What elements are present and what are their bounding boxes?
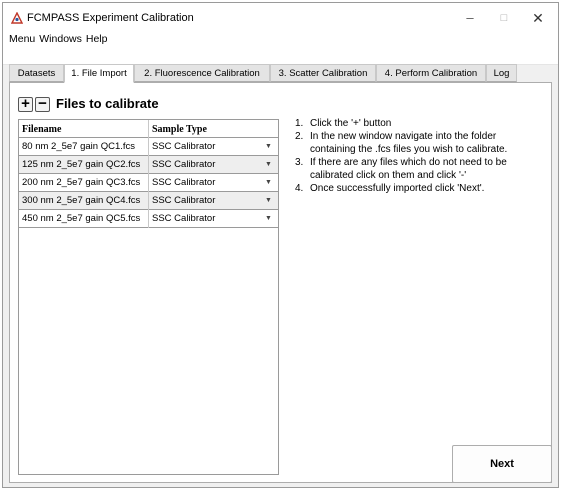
table-row[interactable]: 125 nm 2_5e7 gain QC2.fcs SSC Calibrator… [19,156,278,174]
instruction-text: If there are any files which do not need… [310,157,507,181]
tab-file-import[interactable]: 1. File Import [64,64,134,83]
sample-type-select[interactable]: SSC Calibrator [152,195,215,206]
tab-datasets[interactable]: Datasets [9,64,64,82]
filename-cell: 450 nm 2_5e7 gain QC5.fcs [22,213,141,224]
app-window: FCMPASS Experiment Calibration – □ ✕ Men… [2,2,559,488]
files-table: Filename Sample Type 80 nm 2_5e7 gain QC… [18,119,279,475]
table-row[interactable]: 80 nm 2_5e7 gain QC1.fcs SSC Calibrator … [19,138,278,156]
table-header: Filename Sample Type [19,120,278,138]
remove-files-button[interactable]: − [35,96,50,112]
tab-perform-calibration[interactable]: 4. Perform Calibration [376,64,486,82]
instruction-item: 3. If there are any files which do not n… [295,156,535,182]
column-header-sample-type[interactable]: Sample Type [152,124,207,135]
dropdown-arrow-icon[interactable]: ▼ [265,161,272,168]
title-bar: FCMPASS Experiment Calibration – □ ✕ [3,3,558,33]
column-divider [148,120,149,138]
dropdown-arrow-icon[interactable]: ▼ [265,197,272,204]
filename-cell: 125 nm 2_5e7 gain QC2.fcs [22,159,141,170]
tab-log[interactable]: Log [486,64,517,82]
close-button[interactable]: ✕ [523,8,553,28]
table-row[interactable]: 450 nm 2_5e7 gain QC5.fcs SSC Calibrator… [19,210,278,228]
tab-strip: Datasets 1. File Import 2. Fluorescence … [9,64,552,83]
instruction-item: 4. Once successfully imported click 'Nex… [295,182,535,195]
dropdown-arrow-icon[interactable]: ▼ [265,215,272,222]
instruction-text: Click the '+' button [310,118,392,129]
filename-cell: 80 nm 2_5e7 gain QC1.fcs [22,141,136,152]
toolbar-area [3,47,558,65]
column-divider [148,192,149,210]
sample-type-select[interactable]: SSC Calibrator [152,213,215,224]
instructions-list: 1. Click the '+' button 2. In the new wi… [295,117,535,195]
column-divider [148,174,149,192]
menu-item-windows[interactable]: Windows [39,33,82,45]
column-divider [148,210,149,228]
column-header-filename[interactable]: Filename [22,124,61,135]
instruction-item: 2. In the new window navigate into the f… [295,130,535,156]
instruction-item: 1. Click the '+' button [295,117,535,130]
menu-bar: Menu Windows Help [3,33,558,47]
instruction-text: In the new window navigate into the fold… [310,131,508,155]
dropdown-arrow-icon[interactable]: ▼ [265,179,272,186]
sample-type-select[interactable]: SSC Calibrator [152,177,215,188]
column-divider [148,138,149,156]
next-button[interactable]: Next [452,445,552,483]
column-divider [148,156,149,174]
instruction-number: 2. [295,131,304,142]
app-logo-icon [11,12,23,24]
sample-type-select[interactable]: SSC Calibrator [152,159,215,170]
minimize-button[interactable]: – [455,8,485,28]
instruction-number: 3. [295,157,304,168]
table-row[interactable]: 300 nm 2_5e7 gain QC4.fcs SSC Calibrator… [19,192,278,210]
instruction-text: Once successfully imported click 'Next'. [310,183,485,194]
sample-type-select[interactable]: SSC Calibrator [152,141,215,152]
table-row[interactable]: 200 nm 2_5e7 gain QC3.fcs SSC Calibrator… [19,174,278,192]
dropdown-arrow-icon[interactable]: ▼ [265,143,272,150]
add-files-button[interactable]: + [18,96,33,112]
maximize-button[interactable]: □ [489,8,519,28]
files-section-title: Files to calibrate [56,96,159,111]
instruction-number: 1. [295,118,304,129]
menu-item-menu[interactable]: Menu [9,33,35,45]
tab-fluorescence-calibration[interactable]: 2. Fluorescence Calibration [134,64,270,82]
file-import-panel: + − Files to calibrate Filename Sample Ty… [9,82,552,483]
tab-scatter-calibration[interactable]: 3. Scatter Calibration [270,64,376,82]
menu-item-help[interactable]: Help [86,33,108,45]
filename-cell: 200 nm 2_5e7 gain QC3.fcs [22,177,141,188]
file-buttons: + − [18,96,52,113]
window-title: FCMPASS Experiment Calibration [27,12,194,24]
filename-cell: 300 nm 2_5e7 gain QC4.fcs [22,195,141,206]
instruction-number: 4. [295,183,304,194]
